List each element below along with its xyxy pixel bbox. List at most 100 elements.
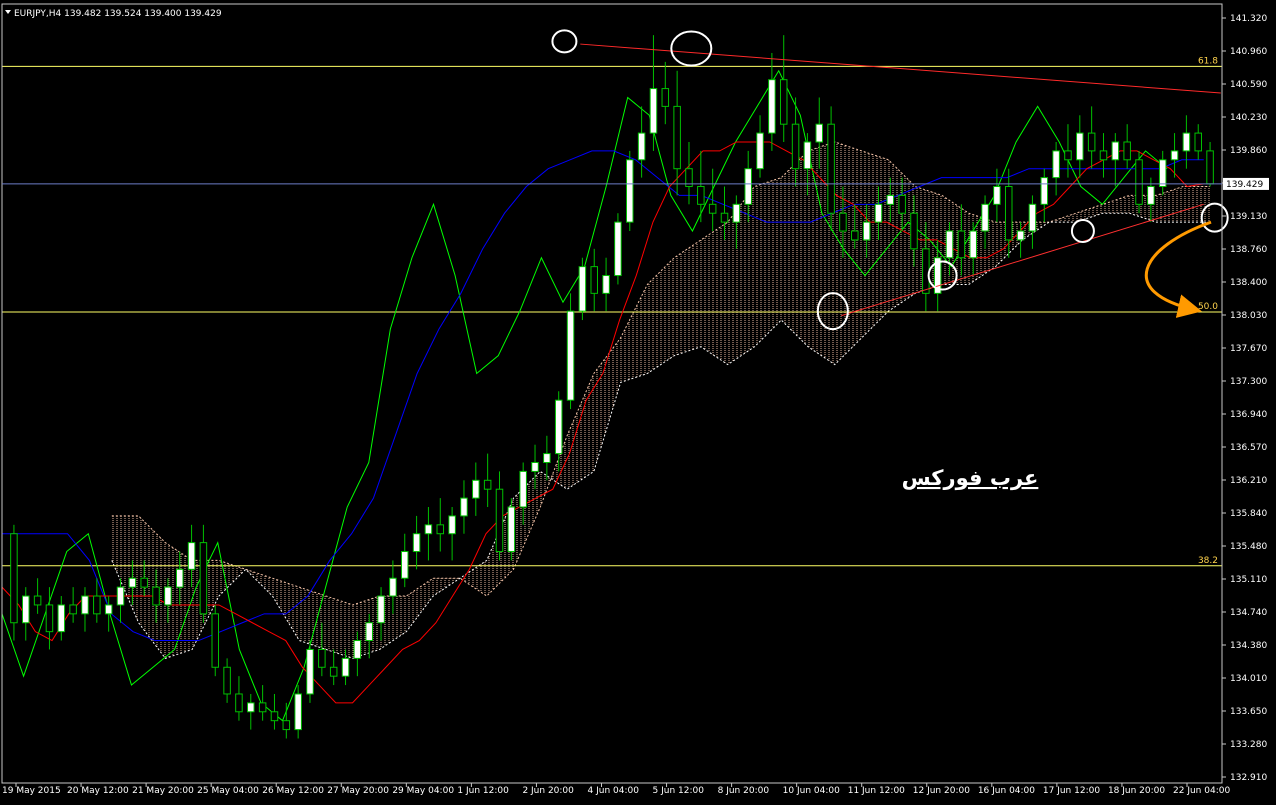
candle-body <box>223 666 231 695</box>
x-tick-label: 2 Jun 20:00 <box>522 786 574 796</box>
candle-body <box>720 212 729 223</box>
candle-body <box>329 666 338 677</box>
candle-body <box>22 595 30 624</box>
candle-body <box>365 622 373 642</box>
candle-body <box>1004 186 1013 241</box>
candle-body <box>1170 150 1179 161</box>
candle-body <box>318 648 326 668</box>
y-tick-label: 137.300 <box>1230 377 1267 387</box>
candle-body <box>1123 141 1131 161</box>
candle-body <box>791 123 800 170</box>
candle-body <box>590 266 598 294</box>
y-tick-label: 140.230 <box>1230 113 1267 123</box>
candle-body <box>152 586 160 606</box>
chart-header: EURJPY,H4 139.482 139.524 139.400 139.42… <box>5 9 222 19</box>
y-tick-label: 138.760 <box>1230 245 1267 255</box>
candle-body <box>1147 186 1155 205</box>
circle-annotation <box>670 30 713 67</box>
candle-body <box>519 470 527 508</box>
candle-body <box>116 586 125 606</box>
candle-body <box>424 524 433 535</box>
candle-body <box>235 693 243 713</box>
trendline-top <box>580 43 1221 94</box>
candle-body <box>554 399 563 455</box>
x-tick-label: 1 Jun 12:00 <box>457 786 509 796</box>
ichimoku-cloud <box>111 141 1210 659</box>
candle-body <box>827 123 835 214</box>
price-chart[interactable]: 61.8 50.0 38.2 EURJPY,H4 139.482 139.524 1… <box>0 0 1276 801</box>
candle-body <box>341 657 350 677</box>
candle-body <box>460 497 468 517</box>
y-tick-label: 141.320 <box>1230 14 1267 24</box>
candle-body <box>1182 132 1191 152</box>
candle-body <box>1111 141 1120 161</box>
candle-body <box>803 141 812 170</box>
y-tick-label: 135.840 <box>1230 509 1267 519</box>
y-tick-label: 140.590 <box>1230 80 1267 90</box>
candle-body <box>164 586 172 606</box>
y-tick-label: 138.400 <box>1230 278 1267 288</box>
candle-body <box>886 194 895 205</box>
candle-body <box>45 604 54 633</box>
dropdown-triangle-icon[interactable] <box>5 10 11 14</box>
candle-body <box>1076 132 1084 161</box>
candle-body <box>981 203 989 232</box>
candle-body <box>1087 132 1096 152</box>
candle-body <box>708 203 717 214</box>
candle-body <box>1028 203 1037 232</box>
candle-body <box>969 230 977 259</box>
candle-body <box>81 595 89 615</box>
candle-body <box>922 248 930 294</box>
candle-body <box>33 595 42 606</box>
candle-body <box>874 203 883 223</box>
y-tick-label: 132.910 <box>1230 773 1267 783</box>
x-tick-label: 12 Jun 20:00 <box>913 786 970 796</box>
y-tick-label: 138.030 <box>1230 311 1267 321</box>
candle-body <box>839 212 847 232</box>
candle-body <box>1206 150 1214 185</box>
candle-body <box>673 105 681 170</box>
candle-body <box>69 604 77 615</box>
candle-body <box>531 461 539 472</box>
x-tick-label: 20 May 12:00 <box>67 786 129 796</box>
y-tick-label: 137.670 <box>1230 344 1267 354</box>
y-tick-label: 140.960 <box>1230 47 1267 57</box>
senkou-span-a-line <box>111 141 1210 606</box>
candle-body <box>602 275 610 294</box>
candle-body <box>1099 150 1108 161</box>
circle-annotation <box>551 29 578 54</box>
candle-body <box>495 488 504 553</box>
x-tick-label: 17 Jun 12:00 <box>1043 786 1100 796</box>
candle-body <box>637 132 646 161</box>
current-price-label: 139.429 <box>1226 180 1263 190</box>
candle-body <box>377 595 385 624</box>
x-tick-label: 5 Jun 12:00 <box>653 786 705 796</box>
candle-body <box>128 577 137 588</box>
candle-body <box>294 693 302 731</box>
candle-body <box>862 221 871 241</box>
x-tick-label: 4 Jun 04:00 <box>588 786 640 796</box>
candle-body <box>957 230 966 259</box>
candle-body <box>993 186 1001 205</box>
y-tick-label: 139.860 <box>1230 146 1267 156</box>
y-tick-label: 135.110 <box>1230 575 1267 585</box>
candle-body <box>779 79 788 125</box>
candle-body <box>649 88 658 134</box>
candle-body <box>353 640 362 659</box>
x-tick-label: 8 Jun 20:00 <box>718 786 770 796</box>
watermark-text: عرب فوركس <box>902 466 1039 490</box>
candle-body <box>247 702 255 713</box>
x-tick-label: 19 May 2015 <box>2 786 61 796</box>
candle-body <box>578 266 587 312</box>
candle-body <box>412 533 421 553</box>
candle-body <box>436 524 445 535</box>
x-tick-label: 26 May 12:00 <box>262 786 324 796</box>
candle-body <box>282 720 291 731</box>
y-tick-label: 139.130 <box>1230 212 1267 222</box>
fib-level-label: 50.0 <box>1198 302 1218 312</box>
candle-body <box>566 310 575 401</box>
y-tick-label: 134.740 <box>1230 608 1267 618</box>
axes: 141.320 140.960 140.590 140.230 139.860 139.4… <box>1 3 1269 796</box>
x-tick-label: 29 May 04:00 <box>392 786 454 796</box>
candle-body <box>898 194 906 214</box>
